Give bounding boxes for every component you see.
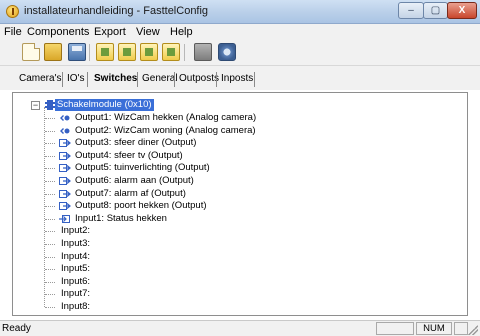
tree-connector [45, 130, 55, 132]
tree-connector [45, 231, 55, 233]
toolbar [0, 40, 480, 66]
tree-item-label: Output4: sfeer tv (Output) [75, 149, 183, 161]
component-icon[interactable] [96, 43, 114, 61]
switches-panel: − Schakelmodule (0x10) Output1: WizCam h… [12, 92, 468, 316]
tree-item-label: Input7: [61, 288, 91, 300]
tree-connector [45, 168, 55, 170]
tree-item-label: Output5: tuinverlichting (Output) [75, 162, 210, 174]
tree-connector [45, 307, 55, 308]
tree-item-label: Input3: [61, 238, 91, 249]
collapse-icon[interactable]: − [31, 101, 40, 110]
tree-item[interactable]: Input2: [13, 225, 453, 237]
output-icon [59, 151, 71, 160]
tree-item[interactable]: Input5: [13, 263, 453, 275]
menu-bar: File Components Export View Help [0, 24, 480, 40]
camera-icon [60, 115, 70, 121]
tree-item-label: Output6: alarm aan (Output) [75, 175, 194, 186]
tree-item[interactable]: Input3: [13, 238, 453, 250]
minimize-button[interactable]: – [398, 2, 424, 19]
save-icon[interactable] [68, 43, 86, 61]
tree-connector [45, 218, 55, 220]
tab-switches[interactable]: Switches [91, 72, 140, 88]
status-cell-empty [376, 322, 414, 335]
tree-item-label: Input6: [61, 275, 91, 287]
menu-file[interactable]: File [4, 26, 22, 38]
tree-connector [45, 244, 55, 245]
tree-connector [45, 155, 55, 157]
open-folder-icon[interactable] [44, 43, 62, 61]
app-icon [6, 5, 19, 18]
tree-item[interactable]: Input6: [13, 276, 453, 288]
output-icon [59, 139, 71, 148]
output-icon [59, 202, 71, 211]
tree-item-label: Input4: [61, 250, 91, 262]
menu-help[interactable]: Help [170, 26, 193, 38]
menu-export[interactable]: Export [94, 26, 126, 38]
tree-item[interactable]: Output1: WizCam hekken (Analog camera) [13, 112, 453, 124]
tree-connector [45, 181, 55, 182]
tree-root[interactable]: − Schakelmodule (0x10) [13, 99, 453, 111]
new-file-icon[interactable] [22, 43, 40, 61]
tree-item[interactable]: Output2: WizCam woning (Analog camera) [13, 125, 453, 137]
tree-item[interactable]: Input1: Status hekken [13, 213, 453, 225]
tab-inposts[interactable]: Inposts [218, 72, 256, 88]
output-icon [59, 164, 71, 173]
window-title: installateurhandleiding - FasttelConfig [24, 5, 209, 17]
num-lock-indicator: NUM [416, 322, 452, 335]
tree-item-label: Output2: WizCam woning (Analog camera) [75, 124, 256, 136]
tree-connector [45, 256, 55, 258]
component-icon[interactable] [118, 43, 136, 61]
tree-item-label: Input1: Status hekken [75, 212, 167, 224]
tree-item[interactable]: Output8: poort hekken (Output) [13, 200, 453, 212]
disk-icon[interactable] [218, 43, 236, 61]
output-icon [59, 189, 71, 198]
tree-connector [45, 281, 55, 283]
tree-item-label: Output3: sfeer diner (Output) [75, 137, 197, 149]
tree-root-label[interactable]: Schakelmodule (0x10) [55, 99, 154, 111]
menu-components[interactable]: Components [27, 26, 89, 38]
tree-connector [45, 193, 55, 195]
tree-item[interactable]: Output7: alarm af (Output) [13, 188, 453, 200]
tree-item-label: Output1: WizCam hekken (Analog camera) [75, 112, 257, 123]
tree-item[interactable]: Input7: [13, 288, 453, 300]
tree-item-label: Input8: [61, 301, 91, 312]
output-icon [59, 177, 71, 185]
toolbar-separator [89, 44, 90, 61]
status-cell-empty [454, 322, 468, 335]
tree-connector [45, 118, 55, 119]
tab-ios[interactable]: IO's [64, 72, 87, 88]
component-icon[interactable] [140, 43, 158, 61]
camera-icon [60, 127, 70, 134]
toolbar-separator [184, 44, 185, 61]
status-text: Ready [2, 323, 31, 334]
tree-item[interactable]: Input4: [13, 251, 453, 263]
tree-item-label: Input5: [61, 263, 91, 275]
status-bar: Ready NUM [0, 320, 480, 336]
tree-item[interactable]: Input8: [13, 301, 453, 313]
tree-item-label: Input2: [61, 225, 91, 237]
tree-item[interactable]: Output3: sfeer diner (Output) [13, 137, 453, 149]
close-button[interactable]: X [447, 2, 477, 19]
menu-view[interactable]: View [136, 26, 160, 38]
tree-connector [45, 206, 55, 208]
input-icon [59, 214, 70, 223]
tree-connector [45, 294, 55, 296]
tab-cameras[interactable]: Camera's [16, 72, 64, 88]
tree-connector [45, 269, 55, 271]
resize-grip[interactable] [468, 325, 478, 335]
tree-item-label: Output8: poort hekken (Output) [75, 200, 207, 212]
component-icon[interactable] [162, 43, 180, 61]
tree-connector [45, 143, 55, 145]
disabled-icon[interactable] [194, 43, 212, 61]
title-bar: installateurhandleiding - FasttelConfig … [0, 0, 480, 24]
tree-item-label: Output7: alarm af (Output) [75, 187, 186, 199]
tab-bar: Camera's IO's Switches General Outposts … [0, 66, 480, 90]
tree-item[interactable]: Output4: sfeer tv (Output) [13, 150, 453, 162]
tree-item[interactable]: Output5: tuinverlichting (Output) [13, 162, 453, 174]
tree-item[interactable]: Output6: alarm aan (Output) [13, 175, 453, 187]
maximize-button[interactable]: ▢ [423, 2, 448, 19]
